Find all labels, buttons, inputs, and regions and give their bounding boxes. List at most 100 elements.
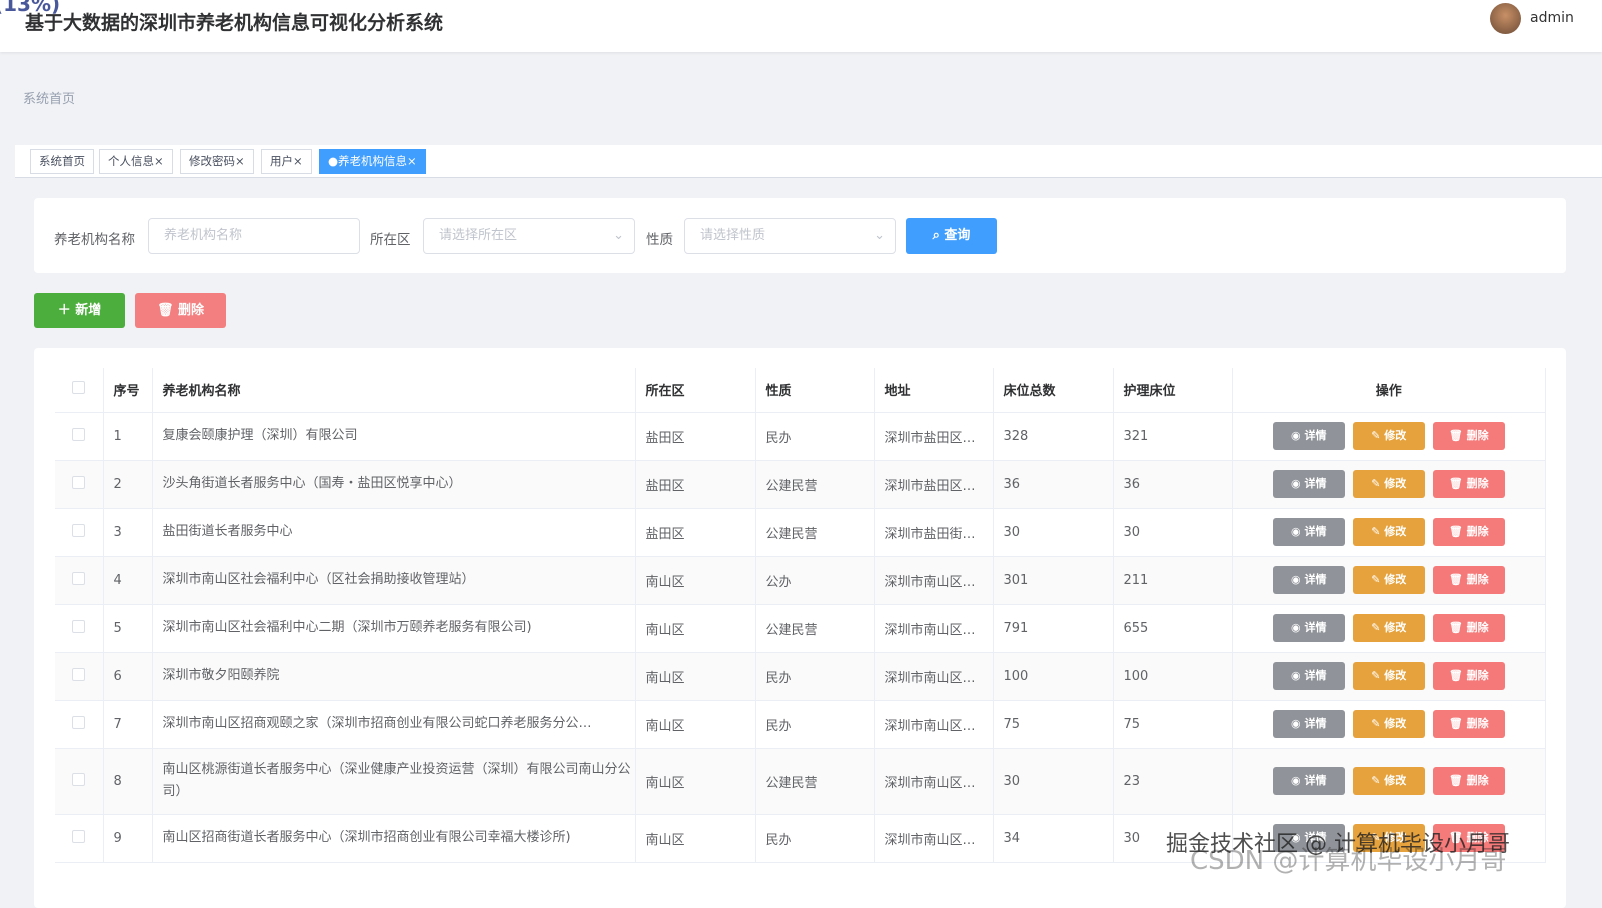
query-button[interactable]: ⌕ 查询 <box>906 218 997 254</box>
select-all-checkbox[interactable] <box>55 368 104 413</box>
pencil-icon: ✎ <box>1371 477 1385 490</box>
cell-nature: 民办 <box>755 652 875 701</box>
edit-button[interactable]: ✎ 修改 <box>1352 566 1425 594</box>
cell-nature: 公建民营 <box>755 508 875 557</box>
breadcrumb[interactable]: 系统首页 <box>23 88 75 107</box>
tab-home[interactable]: 系统首页 <box>30 149 94 174</box>
tags-view: 系统首页 个人信息× 修改密码× 用户× ●养老机构信息× <box>15 145 1602 178</box>
cell-care-beds: 321 <box>1113 412 1233 461</box>
edit-label: 修改 <box>1384 669 1407 682</box>
delete-button[interactable]: 🗑 删除 <box>1432 767 1505 795</box>
close-icon[interactable]: × <box>154 154 164 168</box>
row-checkbox[interactable] <box>55 814 104 863</box>
delete-button[interactable]: 🗑 删除 <box>1432 518 1505 546</box>
detail-button[interactable]: ◉ 详情 <box>1272 518 1345 546</box>
cell-beds: 36 <box>993 460 1114 509</box>
cell-actions: ◉ 详情 ✎ 修改 🗑 删除 <box>1232 604 1546 653</box>
cell-actions: ◉ 详情 ✎ 修改 🗑 删除 <box>1232 700 1546 749</box>
row-checkbox[interactable] <box>55 748 104 815</box>
tab-user[interactable]: 用户× <box>261 149 312 174</box>
delete-button[interactable]: 🗑 删除 <box>1432 662 1505 690</box>
cell-district: 南山区 <box>635 748 756 815</box>
edit-label: 修改 <box>1384 477 1407 490</box>
edit-button[interactable]: ✎ 修改 <box>1352 518 1425 546</box>
cell-nature: 民办 <box>755 700 875 749</box>
district-select[interactable]: 请选择所在区 ⌄ <box>423 218 635 254</box>
cell-district: 南山区 <box>635 814 756 863</box>
edit-button[interactable]: ✎ 修改 <box>1352 767 1425 795</box>
delete-label: 删除 <box>1466 477 1489 490</box>
delete-button[interactable]: 🗑 删除 <box>1432 614 1505 642</box>
cell-care-beds: 100 <box>1113 652 1233 701</box>
edit-button[interactable]: ✎ 修改 <box>1352 470 1425 498</box>
cell-beds: 791 <box>993 604 1114 653</box>
delete-button[interactable]: 🗑 删除 <box>1432 710 1505 738</box>
tab-label: 养老机构信息 <box>338 154 408 168</box>
cell-actions: ◉ 详情 ✎ 修改 🗑 删除 <box>1232 556 1546 605</box>
row-checkbox[interactable] <box>55 460 104 509</box>
edit-button[interactable]: ✎ 修改 <box>1352 614 1425 642</box>
delete-label: 删除 <box>1466 573 1489 586</box>
trash-icon: 🗑 <box>1448 717 1467 730</box>
pencil-icon: ✎ <box>1371 621 1385 634</box>
tab-elderly-institution[interactable]: ●养老机构信息× <box>319 149 426 174</box>
edit-label: 修改 <box>1384 717 1407 730</box>
table-row: 4 深圳市南山区社会福利中心（区社会捐助接收管理站） 南山区 公办 深圳市南山区… <box>55 556 1546 605</box>
delete-button[interactable]: 🗑 删除 <box>1432 566 1505 594</box>
detail-button[interactable]: ◉ 详情 <box>1272 614 1345 642</box>
nature-select[interactable]: 请选择性质 ⌄ <box>684 218 896 254</box>
row-checkbox[interactable] <box>55 700 104 749</box>
pencil-icon: ✎ <box>1371 669 1385 682</box>
close-icon[interactable]: × <box>407 154 417 168</box>
cell-name: 南山区桃源街道长者服务中心（深业健康产业投资运营（深圳）有限公司南山分公司） <box>152 748 636 815</box>
row-checkbox[interactable] <box>55 556 104 605</box>
cell-name: 盐田街道长者服务中心 <box>152 508 636 557</box>
detail-button[interactable]: ◉ 详情 <box>1272 566 1345 594</box>
cell-nature: 民办 <box>755 814 875 863</box>
row-checkbox[interactable] <box>55 604 104 653</box>
table-row: 6 深圳市敬夕阳颐养院 南山区 民办 深圳市南山区… 100 100 ◉ 详情 ✎… <box>55 652 1546 701</box>
edit-button[interactable]: ✎ 修改 <box>1352 422 1425 450</box>
row-checkbox[interactable] <box>55 652 104 701</box>
col-name: 养老机构名称 <box>152 368 636 413</box>
detail-button[interactable]: ◉ 详情 <box>1272 422 1345 450</box>
row-checkbox[interactable] <box>55 508 104 557</box>
edit-label: 修改 <box>1384 573 1407 586</box>
query-label: 查询 <box>944 228 971 243</box>
edit-button[interactable]: ✎ 修改 <box>1352 710 1425 738</box>
top-header: 基于大数据的深圳市养老机构信息可视化分析系统 (13%) admin <box>0 0 1602 52</box>
cell-actions: ◉ 详情 ✎ 修改 🗑 删除 <box>1232 508 1546 557</box>
pencil-icon: ✎ <box>1371 573 1385 586</box>
cell-address: 深圳市南山区… <box>874 814 994 863</box>
batch-delete-button[interactable]: 🗑 删除 <box>135 293 226 328</box>
delete-button[interactable]: 🗑 删除 <box>1432 422 1505 450</box>
tab-password[interactable]: 修改密码× <box>180 149 254 174</box>
cell-name: 深圳市南山区社会福利中心二期（深圳市万颐养老服务有限公司) <box>152 604 636 653</box>
trash-icon: 🗑 <box>1448 573 1467 586</box>
add-button[interactable]: ＋ 新增 <box>34 293 125 328</box>
row-checkbox[interactable] <box>55 412 104 461</box>
cell-care-beds: 23 <box>1113 748 1233 815</box>
name-input[interactable]: 养老机构名称 <box>148 218 360 254</box>
close-icon[interactable]: × <box>235 154 245 168</box>
cell-address: 深圳市盐田街… <box>874 508 994 557</box>
detail-button[interactable]: ◉ 详情 <box>1272 767 1345 795</box>
tab-profile[interactable]: 个人信息× <box>99 149 173 174</box>
detail-button[interactable]: ◉ 详情 <box>1272 470 1345 498</box>
table-row: 2 沙头角街道长者服务中心（国寿・盐田区悦享中心） 盐田区 公建民营 深圳市盐田… <box>55 460 1546 509</box>
app-title: 基于大数据的深圳市养老机构信息可视化分析系统 <box>25 12 444 34</box>
detail-button[interactable]: ◉ 详情 <box>1272 710 1345 738</box>
trash-icon: 🗑 <box>1448 774 1467 787</box>
eye-icon: ◉ <box>1291 429 1305 442</box>
cell-name: 沙头角街道长者服务中心（国寿・盐田区悦享中心） <box>152 460 636 509</box>
delete-label: 删除 <box>1466 717 1489 730</box>
cell-name: 南山区招商街道长者服务中心（深圳市招商创业有限公司幸福大楼诊所) <box>152 814 636 863</box>
username[interactable]: admin <box>1530 10 1574 26</box>
cell-beds: 100 <box>993 652 1114 701</box>
cell-nature: 民办 <box>755 412 875 461</box>
delete-button[interactable]: 🗑 删除 <box>1432 470 1505 498</box>
close-icon[interactable]: × <box>293 154 303 168</box>
edit-button[interactable]: ✎ 修改 <box>1352 662 1425 690</box>
detail-button[interactable]: ◉ 详情 <box>1272 662 1345 690</box>
avatar[interactable] <box>1490 3 1521 34</box>
